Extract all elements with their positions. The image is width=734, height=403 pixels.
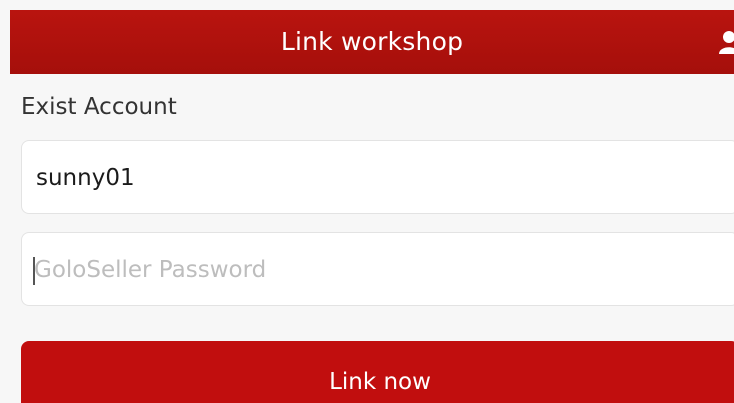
- user-icon[interactable]: [718, 30, 734, 54]
- password-field[interactable]: [21, 232, 734, 307]
- screen: Link workshop Exist Account sunny01 Link…: [0, 0, 734, 403]
- page-title: Link workshop: [280, 27, 464, 56]
- password-input[interactable]: [34, 233, 694, 307]
- account-field[interactable]: sunny01: [21, 140, 734, 214]
- link-now-button[interactable]: Link now: [21, 341, 734, 403]
- account-value[interactable]: sunny01: [36, 141, 135, 215]
- section-label-exist-account: Exist Account: [21, 94, 177, 120]
- top-bar: Link workshop: [10, 10, 734, 74]
